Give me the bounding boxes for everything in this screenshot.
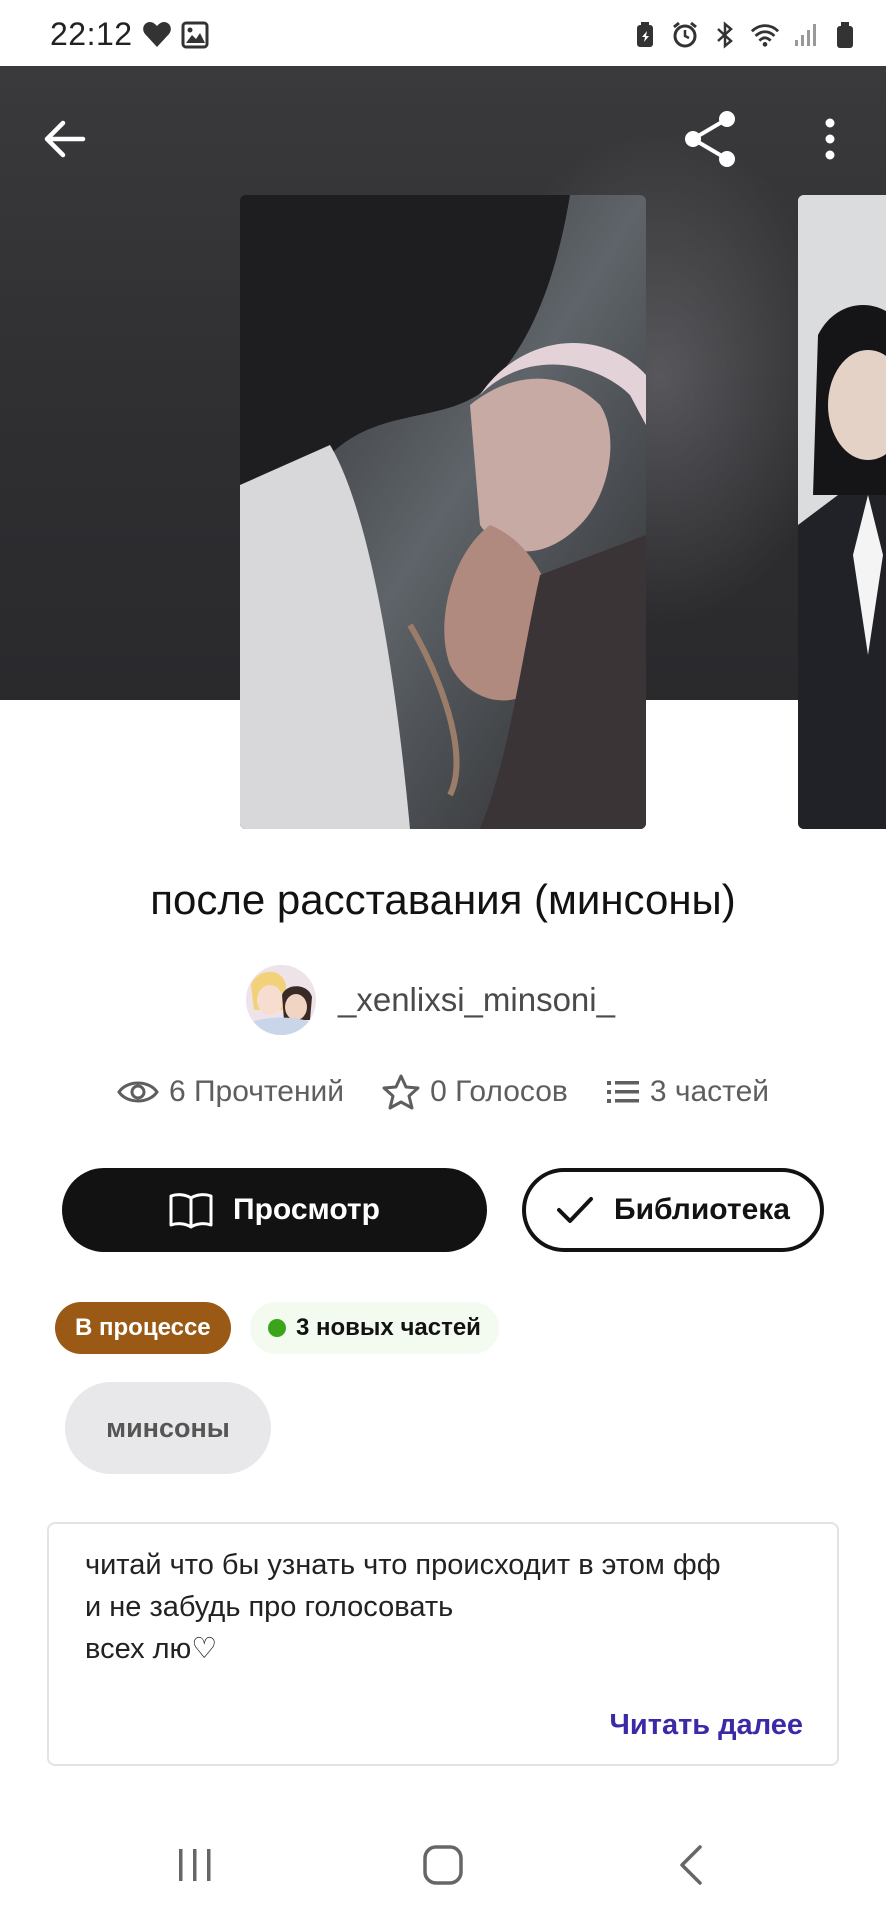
story-title: после расставания (минсоны) <box>150 876 736 923</box>
cover-artwork-next <box>798 195 886 829</box>
reads-count: 6 Прочтений <box>168 1075 345 1108</box>
votes-count: 0 Голосов <box>430 1075 568 1108</box>
status-bar: 22:12 <box>0 0 886 66</box>
share-icon <box>685 111 735 167</box>
votes-stat: 0 Голосов <box>382 1074 568 1110</box>
tag-chip[interactable]: минсоны <box>65 1382 271 1474</box>
parts-count: 3 частей <box>649 1075 770 1108</box>
author-avatar[interactable] <box>246 965 316 1035</box>
library-button-label: Библиотека <box>614 1193 790 1226</box>
heart-icon <box>142 20 172 50</box>
star-icon <box>382 1074 420 1110</box>
new-parts-badge: 3 новых частей <box>250 1302 499 1354</box>
system-nav-bar <box>0 1810 886 1920</box>
cover-artwork <box>240 195 646 829</box>
back-nav-button[interactable] <box>651 1830 731 1900</box>
checkmark-icon <box>557 1197 594 1223</box>
recent-apps-button[interactable] <box>155 1830 235 1900</box>
library-button[interactable]: Библиотека <box>522 1168 824 1252</box>
book-icon <box>169 1193 213 1229</box>
list-icon <box>606 1081 639 1103</box>
description-text: читай что бы узнать что происходит в это… <box>85 1549 721 1665</box>
home-icon <box>423 1845 463 1885</box>
status-time: 22:12 <box>50 16 133 52</box>
view-button[interactable]: Просмотр <box>62 1168 487 1252</box>
wifi-icon <box>750 20 780 50</box>
status-left-icons <box>142 20 210 50</box>
back-button[interactable] <box>30 104 100 174</box>
battery-icon <box>830 20 860 50</box>
bluetooth-icon <box>710 20 740 50</box>
chevron-left-icon <box>680 1845 702 1885</box>
status-right-icons <box>630 20 860 50</box>
more-vertical-icon <box>825 118 835 160</box>
new-parts-label: 3 новых частей <box>296 1314 481 1341</box>
share-button[interactable] <box>672 100 750 178</box>
more-options-button[interactable] <box>800 104 860 174</box>
story-cover-image[interactable] <box>240 195 646 829</box>
alarm-icon <box>670 20 700 50</box>
home-button[interactable] <box>403 1830 483 1900</box>
arrow-left-icon <box>44 120 86 158</box>
description-card: читай что бы узнать что происходит в это… <box>47 1522 839 1766</box>
next-story-cover[interactable] <box>798 195 886 829</box>
signal-icon <box>790 20 820 50</box>
read-more-link[interactable]: Читать далее <box>610 1709 803 1742</box>
recent-apps-icon <box>179 1849 211 1881</box>
status-badge: В процессе <box>55 1302 231 1354</box>
reads-stat: 6 Прочтений <box>117 1075 344 1109</box>
eye-icon <box>117 1081 159 1103</box>
stats-row: 6 Прочтений 0 Голосов 3 частей <box>0 1074 886 1110</box>
author-name[interactable]: _xenlixsi_minsoni_ <box>338 981 615 1019</box>
new-indicator-dot <box>268 1319 286 1337</box>
author-row[interactable]: _xenlixsi_minsoni_ <box>246 964 615 1036</box>
image-icon <box>180 20 210 50</box>
parts-stat: 3 частей <box>606 1075 769 1109</box>
battery-saver-icon <box>630 20 660 50</box>
view-button-label: Просмотр <box>233 1193 380 1226</box>
